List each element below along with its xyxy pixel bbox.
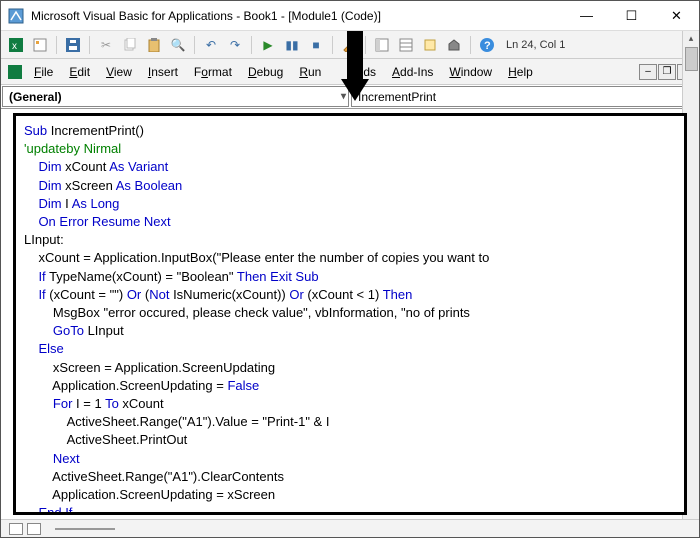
menu-tools[interactable]: ds [356, 62, 383, 82]
paste-icon[interactable] [143, 34, 165, 56]
scroll-up-icon[interactable]: ▴ [684, 31, 699, 46]
svg-text:x: x [12, 41, 17, 52]
properties-icon[interactable] [395, 34, 417, 56]
help-icon[interactable]: ? [476, 34, 498, 56]
menu-addins[interactable]: Add-Ins [385, 62, 440, 82]
svg-text:?: ? [484, 40, 491, 52]
chevron-down-icon: ▾ [341, 91, 346, 102]
object-selector-value: (General) [9, 90, 62, 104]
toolbox-icon[interactable] [443, 34, 465, 56]
procedure-selector-value: IncrementPrint [358, 90, 436, 104]
title-bar: Microsoft Visual Basic for Applications … [1, 1, 699, 31]
menu-file[interactable]: FFileile [27, 62, 60, 82]
design-mode-icon[interactable] [338, 34, 360, 56]
scroll-thumb[interactable] [685, 47, 698, 71]
code-selectors: (General) ▾ IncrementPrint▾ [1, 85, 699, 109]
menu-bar: FFileile Edit View Insert Format Debug R… [1, 59, 699, 85]
mdi-restore-button[interactable]: ❐ [658, 64, 676, 80]
reset-icon[interactable]: ■ [305, 34, 327, 56]
redo-icon[interactable]: ↷ [224, 34, 246, 56]
menu-run[interactable]: Run [292, 62, 328, 82]
menu-view[interactable]: View [99, 62, 139, 82]
excel-mdi-icon[interactable] [5, 65, 25, 79]
view-mode-gutter [1, 519, 699, 537]
menu-window[interactable]: Window [442, 62, 499, 82]
cursor-location: Ln 24, Col 1 [506, 39, 565, 51]
code-editor[interactable]: Sub IncrementPrint() 'updateby Nirmal Di… [13, 113, 687, 515]
menu-insert[interactable]: Insert [141, 62, 185, 82]
project-explorer-icon[interactable] [371, 34, 393, 56]
object-selector[interactable]: (General) ▾ [2, 86, 349, 107]
mdi-minimize-button[interactable]: – [639, 64, 657, 80]
standard-toolbar: x ✂ 🔍 ↶ ↷ ▶ ▮▮ ■ ? Ln 24, Col 1 [1, 31, 699, 59]
vba-app-icon [7, 7, 25, 25]
close-button[interactable]: ✕ [654, 1, 699, 30]
menu-edit[interactable]: Edit [62, 62, 97, 82]
object-browser-icon[interactable] [419, 34, 441, 56]
cut-icon[interactable]: ✂ [95, 34, 117, 56]
procedure-view-button[interactable] [9, 523, 23, 535]
menu-format[interactable]: Format [187, 62, 239, 82]
minimize-button[interactable]: ― [564, 1, 609, 30]
break-icon[interactable]: ▮▮ [281, 34, 303, 56]
save-icon[interactable] [62, 34, 84, 56]
procedure-selector[interactable]: IncrementPrint▾ [351, 86, 698, 107]
full-module-view-button[interactable] [27, 523, 41, 535]
copy-icon[interactable] [119, 34, 141, 56]
insert-module-icon[interactable] [29, 34, 51, 56]
window-title: Microsoft Visual Basic for Applications … [31, 9, 564, 23]
horizontal-scrollbar[interactable] [55, 528, 115, 530]
find-icon[interactable]: 🔍 [167, 34, 189, 56]
run-icon[interactable]: ▶ [257, 34, 279, 56]
menu-debug[interactable]: Debug [241, 62, 290, 82]
menu-help[interactable]: Help [501, 62, 540, 82]
undo-icon[interactable]: ↶ [200, 34, 222, 56]
maximize-button[interactable]: ☐ [609, 1, 654, 30]
view-excel-icon[interactable]: x [5, 34, 27, 56]
